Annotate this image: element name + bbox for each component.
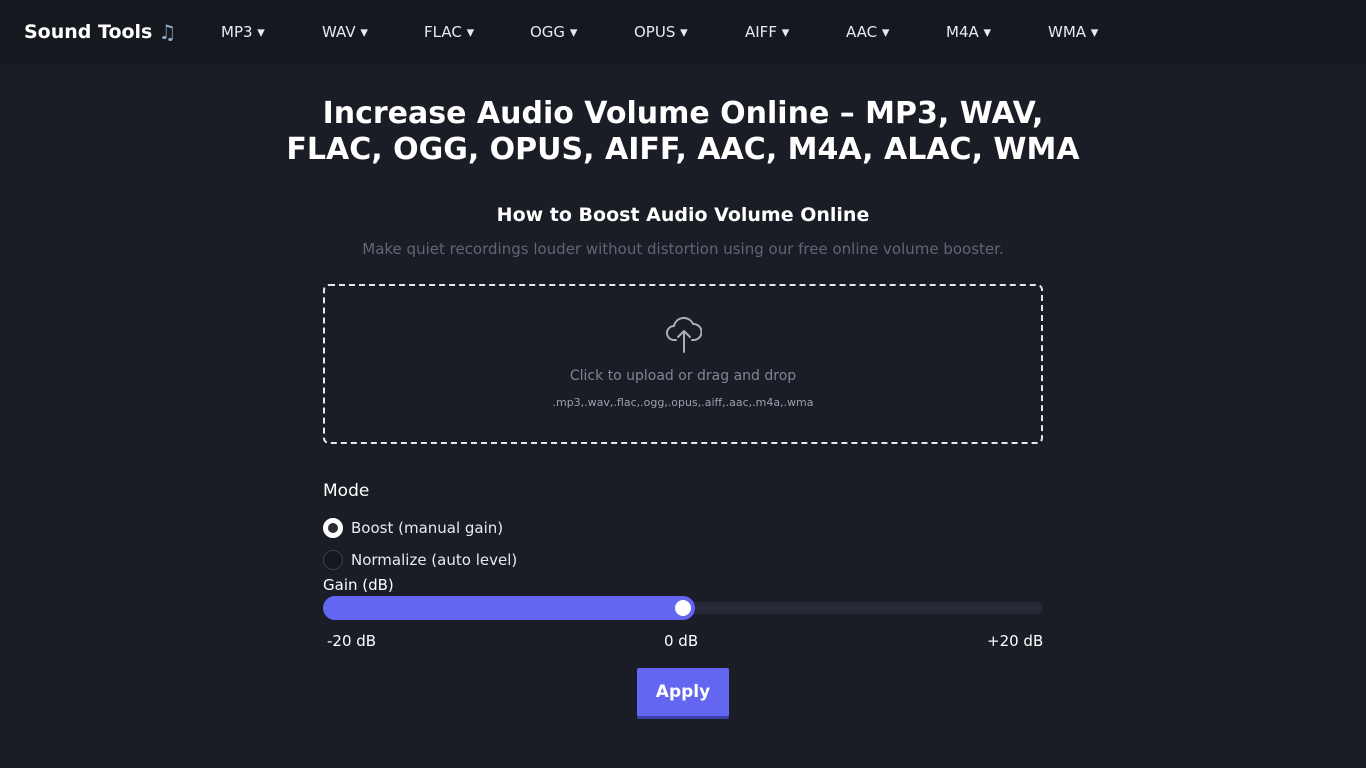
mode-label: Mode [323,481,370,501]
apply-button[interactable]: Apply [637,668,729,716]
brand-name: Sound Tools [24,21,153,43]
top-navbar: Sound Tools ♫ MP3 ▾ WAV ▾ FLAC ▾ OGG ▾ O… [0,0,1366,64]
gain-slider[interactable] [323,596,1043,620]
brand-logo[interactable]: Sound Tools ♫ [24,20,176,44]
upload-formats: .mp3,.wav,.flac,.ogg,.opus,.aiff,.aac,.m… [552,396,814,409]
section-title: How to Boost Audio Volume Online [496,204,870,226]
mode-option-normalize-label: Normalize (auto level) [351,551,518,569]
nav-item-mp3[interactable]: MP3 ▾ [221,23,265,41]
music-note-icon: ♫ [158,20,177,44]
slider-thumb[interactable] [675,600,691,616]
mode-option-boost[interactable]: Boost (manual gain) [323,518,503,538]
nav-item-aac[interactable]: AAC ▾ [846,23,889,41]
nav-item-m4a[interactable]: M4A ▾ [946,23,991,41]
upload-instructions: Click to upload or drag and drop [569,368,797,384]
gain-min-label: -20 dB [327,632,377,650]
nav-item-wma[interactable]: WMA ▾ [1048,23,1098,41]
cloud-upload-icon [666,316,702,353]
nav-item-opus[interactable]: OPUS ▾ [634,23,688,41]
nav-item-flac[interactable]: FLAC ▾ [424,23,474,41]
gain-label: Gain (dB) [323,576,394,594]
section-subtitle: Make quiet recordings louder without dis… [362,240,1004,258]
radio-button-boost[interactable] [323,518,343,538]
page-title: Increase Audio Volume Online – MP3, WAV,… [286,96,1080,167]
radio-button-normalize[interactable] [323,550,343,570]
gain-max-label: +20 dB [987,632,1044,650]
upload-dropzone[interactable]: Click to upload or drag and drop .mp3,.w… [323,284,1043,444]
nav-item-wav[interactable]: WAV ▾ [322,23,368,41]
nav-item-aiff[interactable]: AIFF ▾ [745,23,789,41]
mode-option-normalize[interactable]: Normalize (auto level) [323,550,517,570]
slider-fill [323,596,695,620]
gain-mid-label: 0 dB [664,632,699,650]
nav-item-ogg[interactable]: OGG ▾ [530,23,577,41]
mode-option-boost-label: Boost (manual gain) [351,519,504,537]
